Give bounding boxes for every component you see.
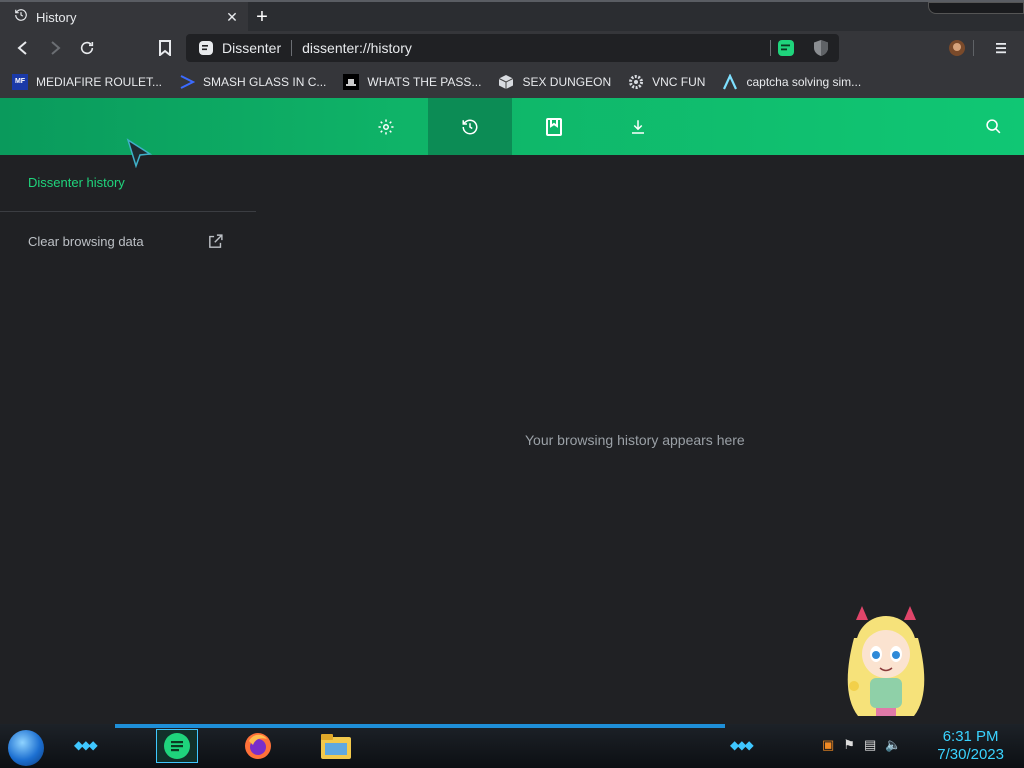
bookmark-item[interactable]: WHATS THE PASS... xyxy=(343,73,482,90)
external-link-icon xyxy=(209,233,223,248)
bookmark-label: VNC FUN xyxy=(652,74,706,89)
flag-icon[interactable]: ⚑ xyxy=(843,737,855,753)
download-icon xyxy=(632,119,644,134)
firefox-icon xyxy=(245,733,271,759)
dissenter-comment-icon[interactable] xyxy=(777,39,795,57)
bookmark-label: MEDIAFIRE ROULET... xyxy=(36,74,163,89)
site-chip[interactable]: Dissenter xyxy=(186,34,281,62)
clock[interactable]: 6:31 PM 7/30/2023 xyxy=(937,728,1004,764)
tab-history[interactable]: History ✕ xyxy=(0,2,248,33)
settings-nav-button[interactable] xyxy=(344,98,428,155)
dissenter-nav-bar xyxy=(0,98,1024,155)
tab-strip: History ✕ + xyxy=(0,0,1024,33)
clear-browsing-data-label: Clear browsing data xyxy=(28,233,144,249)
window-controls[interactable] xyxy=(928,2,1024,14)
forward-button[interactable] xyxy=(44,37,66,59)
tab-title: History xyxy=(36,10,77,25)
tray-app-icon[interactable]: ▣ xyxy=(822,737,834,753)
taskbar-dissenter-app[interactable] xyxy=(156,729,198,763)
bookmark-item[interactable]: captcha solving sim... xyxy=(722,73,862,90)
sidebar-item-dissenter-history[interactable]: Dissenter history xyxy=(28,175,125,190)
empty-history-message: Your browsing history appears here xyxy=(525,432,745,448)
hat-icon xyxy=(343,73,360,90)
volume-icon[interactable]: 🔈 xyxy=(885,737,901,753)
address-bar[interactable]: Dissenter dissenter://history xyxy=(186,34,839,62)
lambda-icon xyxy=(722,73,738,90)
bookmark-label: captcha solving sim... xyxy=(746,74,862,89)
bookmark-label: SMASH GLASS IN C... xyxy=(203,74,327,89)
system-tray: ▣ ⚑ ▤ 🔈 xyxy=(822,737,910,753)
chevron-icon: ◆◆◆ xyxy=(74,738,98,752)
browser-toolbar: Dissenter dissenter://history xyxy=(0,31,1024,65)
dissenter-icon xyxy=(164,733,190,759)
bookmark-item[interactable]: MF MEDIAFIRE ROULET... xyxy=(12,73,163,90)
bookmark-item[interactable]: VNC FUN xyxy=(628,74,705,90)
url-text[interactable]: dissenter://history xyxy=(302,40,760,56)
clear-browsing-data-link[interactable]: Clear browsing data xyxy=(28,231,224,251)
history-icon xyxy=(462,119,478,134)
close-tab-icon[interactable]: ✕ xyxy=(222,8,242,28)
bookmarks-bar: MF MEDIAFIRE ROULET... SMASH GLASS IN C.… xyxy=(0,65,1024,98)
bookmark-button[interactable] xyxy=(154,37,176,59)
menu-button[interactable] xyxy=(990,37,1012,59)
shield-icon[interactable] xyxy=(813,39,829,57)
hamburger-icon xyxy=(996,43,1006,54)
taskbar: ◆◆◆ ◆◆◆ ▣ ⚑ ▤ 🔈 6:31 PM 7/30/2023 xyxy=(0,724,1024,768)
bookmarks-icon xyxy=(546,117,562,136)
omnibox-divider xyxy=(770,40,771,56)
taskbar-accent-bar xyxy=(115,724,725,728)
network-icon[interactable]: ▤ xyxy=(864,737,876,753)
site-name: Dissenter xyxy=(222,40,282,56)
folder-icon xyxy=(321,734,351,759)
bookmark-icon xyxy=(159,40,171,56)
profile-avatar[interactable] xyxy=(946,37,968,59)
search-button[interactable] xyxy=(951,98,1024,155)
new-tab-button[interactable]: + xyxy=(252,6,272,28)
bookmark-item[interactable]: SMASH GLASS IN C... xyxy=(179,74,326,90)
clock-time: 6:31 PM xyxy=(942,728,999,745)
chevron-icon: ◆◆◆ xyxy=(730,738,754,752)
reload-button[interactable] xyxy=(76,37,98,59)
taskbar-file-explorer-app[interactable] xyxy=(315,729,357,763)
sigma-icon xyxy=(179,74,196,90)
history-icon xyxy=(14,8,28,27)
downloads-nav-button[interactable] xyxy=(596,98,680,155)
sidebar-divider xyxy=(0,211,256,212)
back-button[interactable] xyxy=(12,37,34,59)
history-sidebar: Dissenter history Clear browsing data xyxy=(0,155,256,725)
bookmark-item[interactable]: SEX DUNGEON xyxy=(498,74,611,90)
cube-icon xyxy=(498,74,514,90)
dissenter-icon xyxy=(199,41,213,55)
toolbar-divider xyxy=(973,40,974,56)
back-arrow-icon xyxy=(17,41,27,55)
bookmarks-nav-button[interactable] xyxy=(512,98,596,155)
history-nav-button[interactable] xyxy=(428,98,512,155)
forward-arrow-icon xyxy=(51,41,61,55)
search-icon xyxy=(985,119,1000,134)
clock-date: 7/30/2023 xyxy=(937,746,1004,763)
gear-icon xyxy=(378,119,394,134)
gear-icon xyxy=(628,74,644,90)
omnibox-divider xyxy=(291,40,293,56)
desktop-mascot-image xyxy=(836,598,936,724)
taskbar-firefox-app[interactable] xyxy=(237,729,279,763)
start-button[interactable] xyxy=(8,730,44,766)
mediafire-icon: MF xyxy=(12,73,28,90)
bookmark-label: WHATS THE PASS... xyxy=(367,74,482,89)
reload-icon xyxy=(80,41,94,55)
bookmark-label: SEX DUNGEON xyxy=(522,74,612,89)
